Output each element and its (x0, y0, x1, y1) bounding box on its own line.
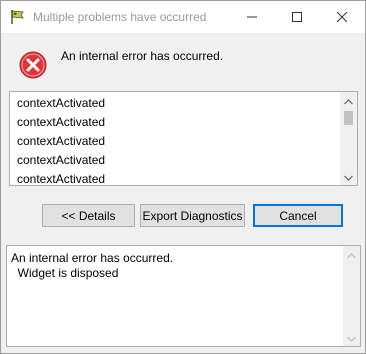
details-text-area[interactable]: An internal error has occurred. Widget i… (6, 245, 361, 347)
error-dialog: Multiple problems have occurred An inter… (0, 0, 366, 354)
chevron-down-icon (347, 331, 356, 345)
details-button[interactable]: << Details (42, 204, 135, 227)
close-button[interactable] (319, 1, 364, 33)
minimize-button[interactable] (229, 1, 274, 33)
minimize-icon (246, 12, 257, 22)
problems-list[interactable]: contextActivated contextActivated contextA… (9, 91, 358, 186)
problem-list-item[interactable]: contextActivated (10, 151, 340, 170)
dialog-header: An internal error has occurred. (1, 33, 365, 83)
chevron-down-icon (344, 170, 353, 184)
error-message: An internal error has occurred. (61, 49, 224, 63)
chevron-up-icon (347, 248, 356, 262)
problem-list-item[interactable]: contextActivated (10, 94, 340, 113)
scroll-thumb[interactable] (344, 111, 353, 125)
problem-list-item[interactable]: contextActivated (10, 170, 340, 189)
maximize-icon (291, 12, 302, 22)
title-bar[interactable]: Multiple problems have occurred (1, 1, 365, 33)
error-icon (19, 51, 47, 79)
export-diagnostics-button[interactable]: Export Diagnostics (140, 204, 245, 227)
cancel-button[interactable]: Cancel (253, 204, 343, 227)
problems-list-scrollbar[interactable] (340, 92, 357, 185)
close-icon (336, 12, 347, 22)
scroll-up-button[interactable] (340, 92, 357, 109)
details-text: An internal error has occurred. Widget i… (11, 251, 174, 280)
scroll-down-button[interactable] (340, 168, 357, 185)
window-title: Multiple problems have occurred (33, 10, 207, 24)
chevron-up-icon (344, 94, 353, 108)
problem-list-item[interactable]: contextActivated (10, 132, 340, 151)
details-scrollbar[interactable] (343, 246, 360, 346)
details-scroll-down-button[interactable] (343, 329, 360, 346)
problem-list-item[interactable]: contextActivated (10, 113, 340, 132)
maximize-button[interactable] (274, 1, 319, 33)
details-scroll-up-button[interactable] (343, 246, 360, 263)
eclipse-flag-icon (9, 9, 25, 25)
